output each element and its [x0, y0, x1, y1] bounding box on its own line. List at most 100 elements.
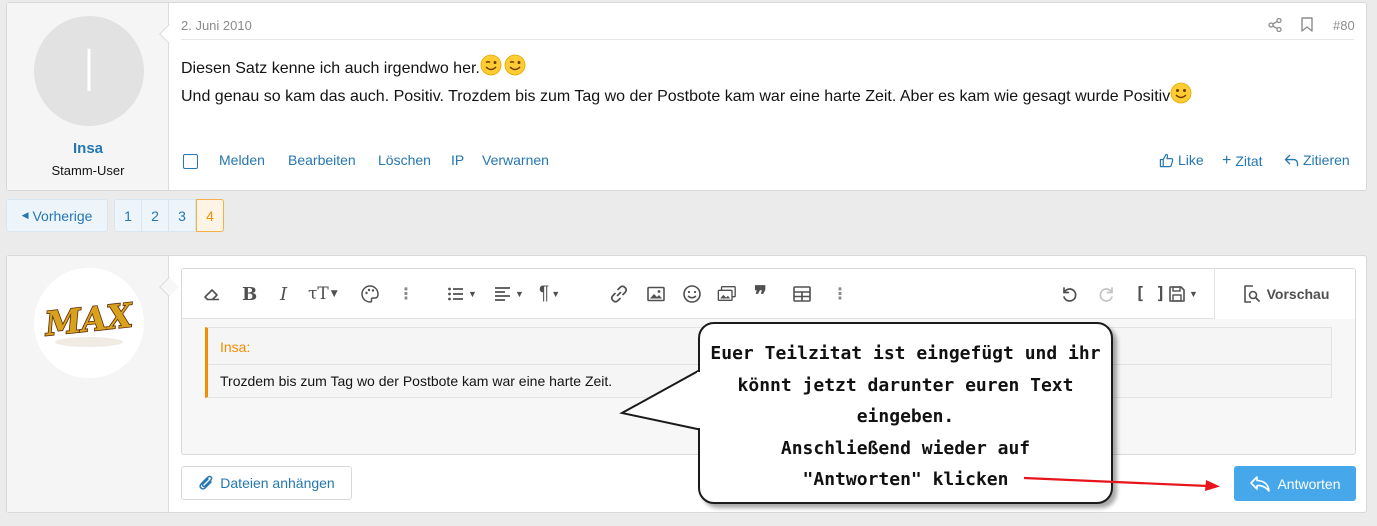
attach-files-button[interactable]: Dateien anhängen: [181, 466, 352, 500]
avatar[interactable]: MAX: [34, 268, 144, 378]
bold-icon: B: [242, 283, 258, 305]
post-number[interactable]: #80: [1333, 18, 1355, 33]
reply-icon: [1250, 475, 1271, 492]
max-logo: MAX: [34, 268, 144, 378]
post-body: Diesen Satz kenne ich auch irgendwo her.…: [181, 54, 1194, 110]
reply-arrow-icon: [1284, 154, 1299, 166]
pagination-prev-label: Vorherige: [32, 207, 93, 224]
caret-down-icon: ▼: [330, 289, 338, 299]
italic-icon: I: [280, 283, 288, 305]
italic-button[interactable]: I: [280, 282, 287, 306]
text-size-icon: τT: [308, 284, 329, 304]
insert-image-button[interactable]: [646, 282, 666, 306]
annotation-line: eingeben.: [856, 406, 955, 427]
avatar-pointer: [159, 277, 179, 297]
quote-reply-button[interactable]: Zitieren: [1284, 152, 1350, 168]
paperclip-icon: [199, 475, 213, 490]
caret-left-icon: ◀: [21, 210, 29, 220]
table-icon: [793, 286, 811, 302]
preview-tab[interactable]: Vorschau: [1214, 269, 1355, 319]
post-body-line-2: Und genau so kam das auch. Positiv. Troz…: [181, 88, 1171, 105]
submit-reply-label: Antworten: [1277, 475, 1341, 492]
insert-quote-button[interactable]: ❞: [754, 279, 767, 309]
speech-bubble-tail: [619, 369, 703, 431]
post-user-cell: I Insa Stamm-User: [7, 3, 179, 190]
quote-reply-label: Zitieren: [1303, 152, 1350, 168]
multiquote-button[interactable]: + Zitat: [1222, 152, 1263, 170]
attach-files-label: Dateien anhängen: [220, 475, 335, 491]
list-button[interactable]: ▼: [446, 282, 477, 306]
bookmark-icon[interactable]: [1301, 17, 1313, 32]
insert-table-button[interactable]: [792, 282, 812, 306]
align-left-icon: [495, 287, 510, 301]
pagination-prev-button[interactable]: ◀ Vorherige: [6, 199, 108, 232]
save-icon: [1169, 286, 1185, 302]
clear-format-button[interactable]: [202, 282, 222, 306]
avatar-letter: I: [80, 37, 98, 105]
multiquote-label: Zitat: [1235, 153, 1263, 169]
caret-down-icon: ▼: [551, 289, 561, 299]
pagination-page-2[interactable]: 2: [141, 199, 169, 232]
more-text-options-icon[interactable]: ⋮: [398, 282, 414, 306]
text-color-button[interactable]: [360, 282, 380, 306]
paragraph-button[interactable]: ¶ ▼: [539, 282, 560, 306]
insert-media-button[interactable]: [717, 282, 737, 306]
text-size-button[interactable]: τT ▼: [308, 282, 338, 306]
speech-bubble-tail-join: [697, 372, 703, 428]
post-message: I Insa Stamm-User 2. Juni 2010 #80 Diese…: [6, 2, 1367, 191]
smile-icon: [683, 285, 701, 303]
select-post-checkbox[interactable]: [183, 154, 198, 169]
image-icon: [647, 286, 665, 302]
avatar-pointer: [159, 24, 179, 44]
annotation-line: könnt jetzt darunter euren Text: [737, 374, 1074, 396]
thumbs-up-icon: [1159, 153, 1174, 167]
avatar[interactable]: I: [34, 16, 144, 126]
drafts-button[interactable]: ▼: [1167, 282, 1198, 306]
delete-link[interactable]: Löschen: [378, 152, 431, 168]
share-icon[interactable]: [1268, 18, 1282, 32]
quote-author[interactable]: Insa:: [220, 339, 250, 355]
annotation-line: Euer Teilzitat ist eingefügt und ihr: [710, 343, 1101, 364]
report-link[interactable]: Melden: [219, 152, 265, 168]
preview-label: Vorschau: [1266, 286, 1330, 302]
submit-reply-button[interactable]: Antworten: [1234, 466, 1356, 501]
username[interactable]: Insa: [7, 140, 169, 157]
like-label: Like: [1178, 152, 1204, 168]
caret-down-icon: ▼: [1189, 289, 1198, 299]
wink-emoji-icon: [480, 54, 502, 76]
align-button[interactable]: ▼: [493, 282, 524, 306]
warn-link[interactable]: Verwarnen: [482, 152, 549, 168]
quote-icon: ❞: [754, 279, 767, 309]
caret-down-icon: ▼: [515, 289, 524, 299]
editor-toolbar: B I τT ▼ ⋮ ▼ ▼ ¶ ▼ ❞ ⋮ [] ▼ Vorschau: [182, 269, 1355, 319]
list-icon: [448, 287, 463, 301]
pagination-page-current[interactable]: 4: [196, 199, 224, 232]
post-header-divider: [181, 39, 1354, 40]
post-body-line-1: Diesen Satz kenne ich auch irgendwo her.: [181, 60, 480, 77]
undo-button[interactable]: [1059, 282, 1079, 306]
insert-smilie-button[interactable]: [682, 282, 702, 306]
edit-link[interactable]: Bearbeiten: [288, 152, 356, 168]
ip-link[interactable]: IP: [451, 152, 464, 168]
quote-text: Trozdem bis zum Tag wo der Postbote kam …: [220, 373, 613, 389]
redo-button[interactable]: [1097, 282, 1117, 306]
pagination-page-1[interactable]: 1: [114, 199, 142, 232]
annotation-line: Anschließend wieder auf: [780, 437, 1031, 459]
link-icon: [610, 285, 628, 303]
toggle-bbcode-button[interactable]: [ ]: [1135, 282, 1166, 306]
like-button[interactable]: Like: [1159, 152, 1204, 168]
redo-icon: [1099, 287, 1113, 302]
smile-emoji-icon: [1170, 82, 1192, 104]
red-arrow-icon: [1023, 476, 1220, 491]
eraser-icon: [204, 289, 219, 301]
insert-link-button[interactable]: [609, 282, 629, 306]
palette-icon: [361, 285, 379, 303]
plus-icon: +: [1222, 152, 1232, 169]
bold-button[interactable]: B: [242, 282, 257, 306]
post-date[interactable]: 2. Juni 2010: [181, 18, 252, 33]
pagination-page-3[interactable]: 3: [168, 199, 196, 232]
preview-search-icon: [1243, 285, 1260, 303]
wink-emoji-icon: [504, 54, 526, 76]
reply-user-cell: MAX: [7, 256, 179, 512]
more-insert-options-icon[interactable]: ⋮: [832, 282, 848, 306]
